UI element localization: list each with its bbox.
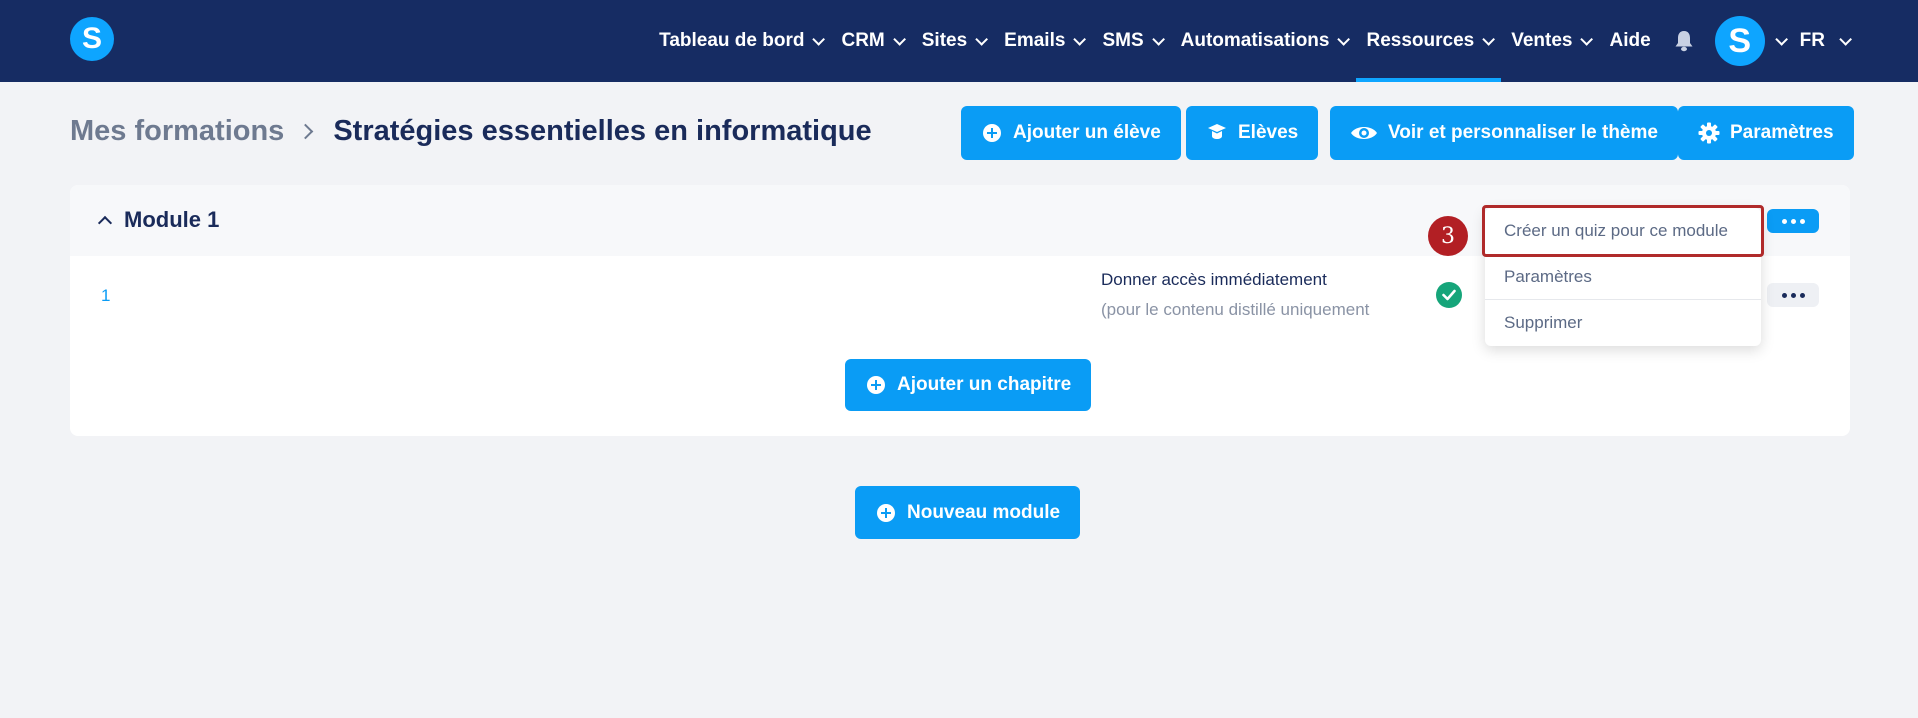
menu-item-label: Paramètres: [1504, 267, 1592, 286]
customize-theme-label: Voir et personnaliser le thème: [1388, 122, 1658, 143]
nav-label: SMS: [1102, 30, 1144, 51]
nav-item-crm[interactable]: CRM: [831, 0, 911, 82]
gear-icon: [1698, 122, 1720, 144]
nav-item-emails[interactable]: Emails: [994, 0, 1092, 82]
eye-icon: [1350, 122, 1378, 144]
nav-item-aide[interactable]: Aide: [1599, 0, 1660, 82]
dot-icon: [1799, 292, 1805, 298]
access-title: Donner accès immédiatement: [1101, 270, 1327, 289]
nav-label: Aide: [1609, 30, 1651, 51]
plus-circle-icon: [981, 122, 1003, 144]
nav-label: Emails: [1004, 30, 1066, 51]
add-chapter-label: Ajouter un chapitre: [897, 374, 1072, 395]
chevron-up-icon: [97, 215, 113, 231]
user-avatar[interactable]: S: [1714, 16, 1765, 66]
avatar-letter: S: [1728, 21, 1752, 60]
main-nav: Tableau de bord CRM Sites Emails SMS Aut…: [649, 0, 1852, 82]
students-button[interactable]: Elèves: [1186, 106, 1319, 160]
chevron-right-icon: [298, 123, 314, 140]
graduation-cap-icon: [1206, 122, 1228, 144]
module-title[interactable]: Module 1: [97, 207, 220, 233]
nav-label: Sites: [921, 30, 968, 51]
add-chapter-button[interactable]: Ajouter un chapitre: [845, 359, 1092, 411]
add-student-button[interactable]: Ajouter un élève: [961, 106, 1181, 160]
plus-circle-icon: [875, 502, 897, 524]
chevron-down-icon: [1482, 32, 1496, 46]
chevron-down-icon[interactable]: [1774, 32, 1788, 46]
page-title: Stratégies essentielles en informatique: [333, 115, 872, 147]
module-options-menu: Créer un quiz pour ce module Paramètres …: [1482, 205, 1764, 346]
customize-theme-button[interactable]: Voir et personnaliser le thème: [1330, 106, 1678, 160]
nav-item-automatisations[interactable]: Automatisations: [1171, 0, 1357, 82]
chevron-down-icon: [1580, 32, 1594, 46]
chapter-options-button[interactable]: [1767, 283, 1819, 307]
plus-circle-icon: [865, 374, 887, 396]
menu-item-label: Créer un quiz pour ce module: [1504, 221, 1728, 240]
menu-item-settings[interactable]: Paramètres: [1485, 254, 1761, 300]
new-module-button[interactable]: Nouveau module: [855, 486, 1081, 539]
dot-icon: [1790, 292, 1796, 298]
nav-label: CRM: [841, 30, 885, 51]
chevron-down-icon: [1337, 32, 1351, 46]
nav-item-ventes[interactable]: Ventes: [1501, 0, 1599, 82]
nav-item-sms[interactable]: SMS: [1092, 0, 1170, 82]
top-navigation-bar: S Tableau de bord CRM Sites Emails SMS A…: [0, 0, 1918, 82]
nav-label: Tableau de bord: [659, 30, 805, 51]
nav-item-sites[interactable]: Sites: [912, 0, 994, 82]
dot-icon: [1781, 218, 1787, 224]
check-circle-icon: [1436, 282, 1462, 308]
chevron-down-icon: [1073, 32, 1087, 46]
chevron-down-icon: [975, 32, 989, 46]
module-options-button[interactable]: [1767, 209, 1819, 233]
settings-button[interactable]: Paramètres: [1678, 106, 1854, 160]
menu-item-label: Supprimer: [1504, 313, 1583, 332]
menu-item-create-quiz[interactable]: Créer un quiz pour ce module: [1482, 205, 1764, 257]
chapter-number[interactable]: 1: [101, 286, 110, 306]
chevron-down-icon: [893, 32, 906, 46]
menu-item-delete[interactable]: Supprimer: [1485, 300, 1761, 346]
nav-label: Ressources: [1366, 30, 1475, 51]
module-title-text: Module 1: [124, 207, 220, 232]
logo-letter: S: [81, 22, 102, 55]
language-label: FR: [1799, 30, 1825, 51]
settings-label: Paramètres: [1730, 122, 1834, 143]
nav-item-ressources[interactable]: Ressources: [1356, 0, 1501, 82]
chevron-down-icon: [812, 32, 826, 46]
breadcrumb-parent-link[interactable]: Mes formations: [70, 115, 284, 148]
step-number-badge: 3: [1428, 216, 1468, 256]
access-subtitle: (pour le contenu distillé uniquement: [1101, 300, 1370, 319]
breadcrumb: Mes formations Stratégies essentielles e…: [70, 115, 872, 148]
nav-item-tableau-de-bord[interactable]: Tableau de bord: [649, 0, 831, 82]
nav-label: Automatisations: [1180, 30, 1330, 51]
add-student-label: Ajouter un élève: [1013, 122, 1161, 143]
chevron-down-icon: [1839, 32, 1852, 46]
bell-icon[interactable]: [1673, 30, 1695, 52]
dot-icon: [1781, 292, 1787, 298]
dot-icon: [1790, 218, 1796, 224]
language-selector[interactable]: FR: [1799, 0, 1852, 82]
nav-label: Ventes: [1511, 30, 1573, 51]
students-label: Elèves: [1238, 122, 1299, 143]
new-module-label: Nouveau module: [907, 501, 1061, 523]
dot-icon: [1799, 218, 1805, 224]
chevron-down-icon: [1151, 32, 1165, 46]
brand-logo[interactable]: S: [70, 17, 114, 61]
